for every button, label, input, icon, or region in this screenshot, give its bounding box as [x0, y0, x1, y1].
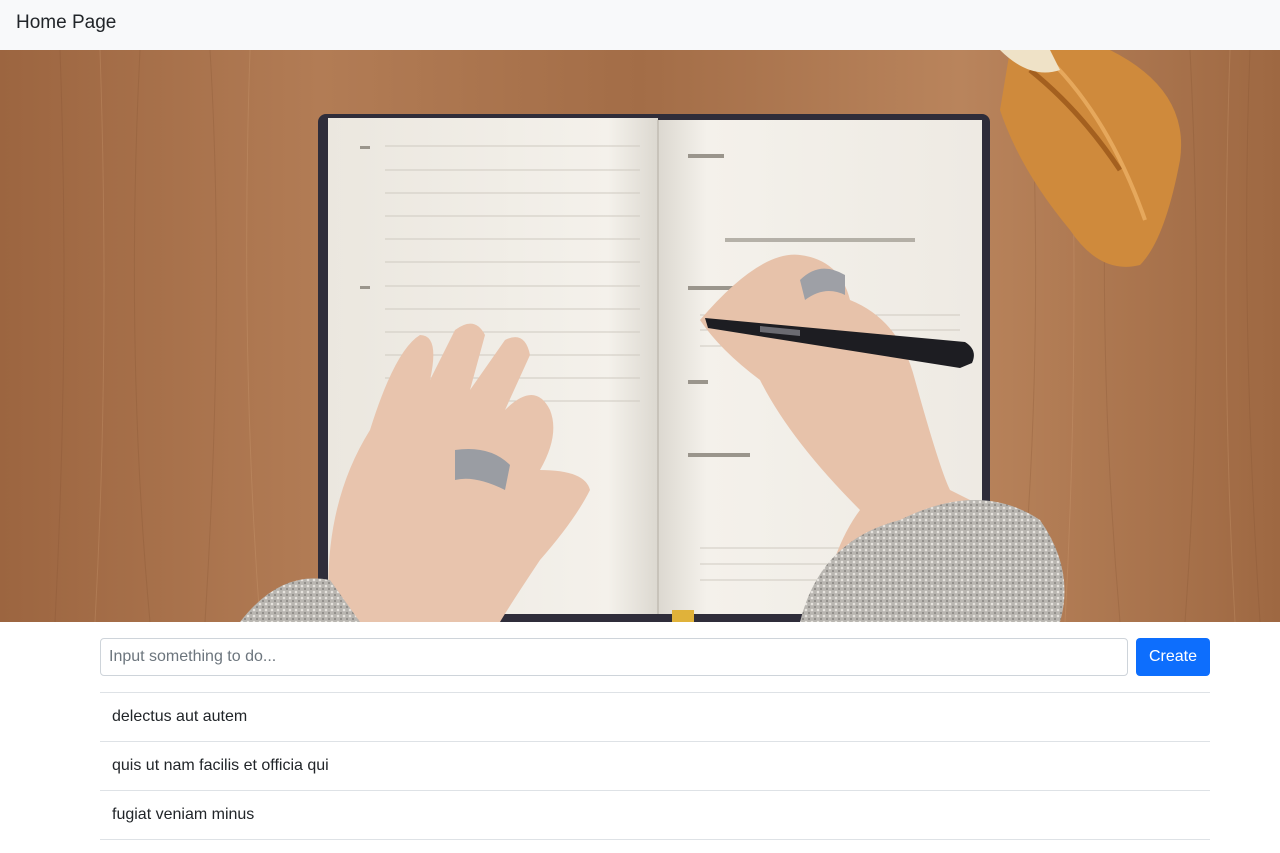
- notebook-writing-photo: [0, 50, 1280, 622]
- todo-list: delectus aut autem quis ut nam facilis e…: [100, 692, 1210, 840]
- hero-image: [0, 50, 1280, 622]
- navbar: Home Page: [0, 0, 1280, 50]
- todo-item[interactable]: quis ut nam facilis et officia qui: [100, 742, 1210, 791]
- todo-form: Create: [100, 638, 1210, 676]
- todo-item[interactable]: fugiat veniam minus: [100, 791, 1210, 840]
- create-button[interactable]: Create: [1136, 638, 1210, 676]
- todo-input[interactable]: [100, 638, 1128, 676]
- todo-item[interactable]: delectus aut autem: [100, 693, 1210, 742]
- navbar-brand[interactable]: Home Page: [16, 11, 116, 35]
